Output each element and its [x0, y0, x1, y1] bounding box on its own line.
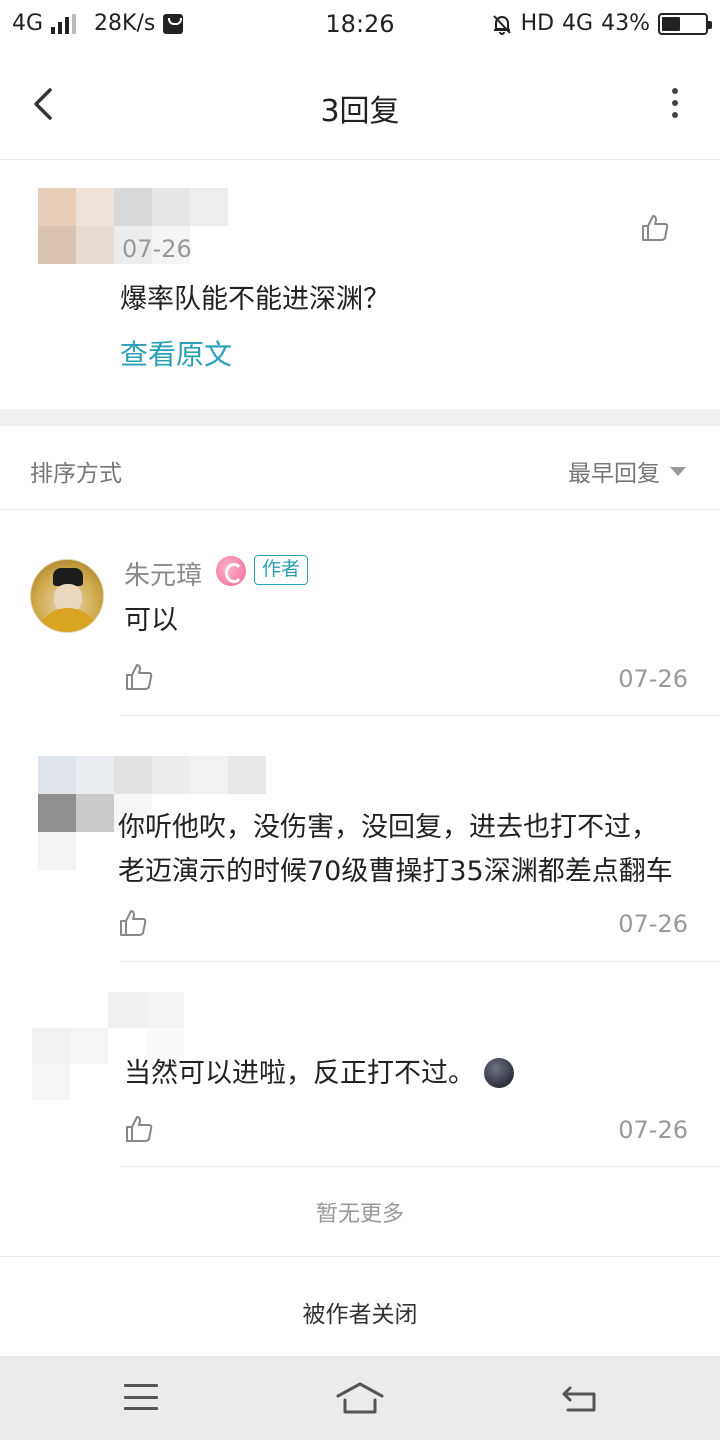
- battery-icon: [658, 12, 712, 35]
- new-moon-face-emoji-icon: [483, 1058, 514, 1088]
- no-more-text: 暂无更多: [315, 1202, 404, 1227]
- reply-text: 当然可以进啦，反正打不过。: [124, 1052, 514, 1096]
- reply-text: 可以: [124, 605, 178, 636]
- battery-percent: 43%: [601, 11, 650, 36]
- status-right: HD 4G 43%: [491, 11, 712, 36]
- sort-selected-value: 最早回复: [568, 461, 660, 487]
- author-tag: 作者: [254, 555, 309, 585]
- section-gap: [0, 409, 720, 426]
- divider: [120, 1166, 720, 1167]
- post-date: 07-26: [122, 235, 192, 263]
- sort-label: 排序方式: [30, 461, 122, 487]
- back-nav-icon[interactable]: [560, 1380, 600, 1416]
- page-title: 3回复: [320, 94, 400, 129]
- home-icon[interactable]: [334, 1378, 386, 1418]
- avatar[interactable]: [30, 559, 104, 633]
- reply-text-line: 你听他吹，没伤害，没回复，进去也打不过，: [118, 812, 658, 843]
- status-bar: 4G 28K/s 18:26 HD 4G 43%: [0, 0, 720, 50]
- caret-down-icon: [670, 466, 686, 476]
- closed-bar: 被作者关闭: [0, 1256, 720, 1356]
- view-original-link[interactable]: 查看原文: [120, 333, 232, 373]
- mute-bell-icon: [492, 14, 511, 35]
- original-post: 07-26 爆率队能不能进深渊？ 查看原文: [0, 161, 720, 409]
- sort-dropdown[interactable]: 最早回复: [568, 454, 686, 488]
- reply-date: 07-26: [618, 1116, 688, 1144]
- reply-date: 07-26: [618, 910, 688, 938]
- system-nav-bar: [0, 1356, 720, 1440]
- reply-item: 朱元璋 作者 可以 07-26: [0, 511, 720, 716]
- thumbs-up-icon[interactable]: [124, 1114, 154, 1144]
- menu-icon[interactable]: [124, 1384, 158, 1410]
- reply-text-content: 当然可以进啦，反正打不过。: [124, 1058, 475, 1089]
- level-badge-icon: [216, 556, 246, 586]
- reply-item: 你听他吹，没伤害，没回复，进去也打不过， 老迈演示的时候70级曹操打35深渊都差…: [0, 716, 720, 962]
- top-nav-bar: 3回复: [0, 50, 720, 160]
- reply-date: 07-26: [618, 665, 688, 693]
- thumbs-up-icon[interactable]: [118, 908, 148, 938]
- reply-text: 你听他吹，没伤害，没回复，进去也打不过， 老迈演示的时候70级曹操打35深渊都差…: [118, 806, 673, 894]
- thumbs-up-icon[interactable]: [640, 213, 670, 243]
- username[interactable]: 朱元璋: [124, 555, 202, 592]
- thumbs-up-icon[interactable]: [124, 662, 154, 692]
- more-vertical-icon[interactable]: [670, 88, 680, 118]
- post-text: 爆率队能不能进深渊？: [120, 284, 390, 315]
- data-network: 4G: [562, 11, 594, 36]
- closed-by-author-text: 被作者关闭: [302, 1302, 418, 1328]
- hd-indicator: HD: [520, 11, 555, 36]
- sort-bar: 排序方式 最早回复: [0, 426, 720, 510]
- reply-item: 当然可以进啦，反正打不过。 07-26: [0, 962, 720, 1167]
- reply-text-line: 老迈演示的时候70级曹操打35深渊都差点翻车: [118, 856, 673, 887]
